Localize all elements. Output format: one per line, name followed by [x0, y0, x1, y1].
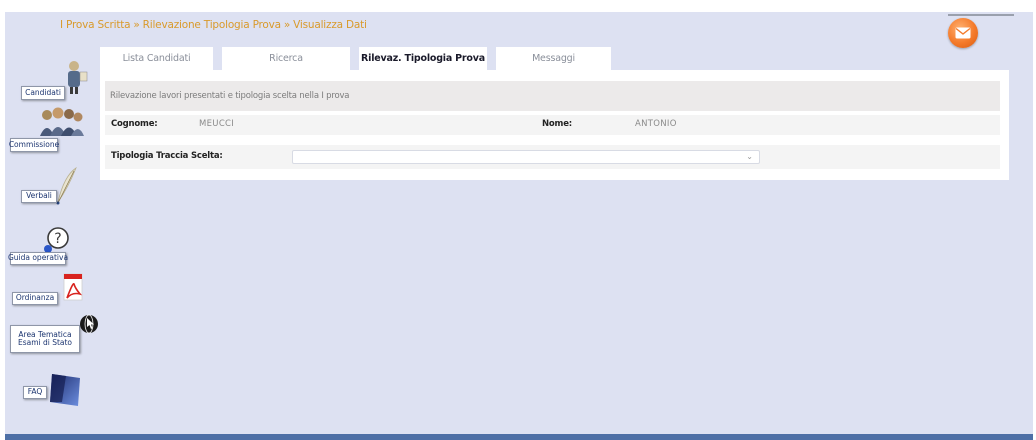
- svg-text:?: ?: [54, 231, 61, 247]
- sidebar-item-label: Area Tematica Esami di Stato: [10, 325, 80, 353]
- sidebar-item-label: Guida operativa: [8, 252, 68, 265]
- quill-icon: [56, 166, 77, 205]
- cognome-value: MEUCCI: [199, 119, 235, 129]
- name-row: Cognome: MEUCCI Nome: ANTONIO: [105, 115, 1000, 135]
- sidebar-item-label-line2: Esami di Stato: [17, 338, 73, 347]
- tab-rilevaz-tipologia-prova[interactable]: Rilevaz. Tipologia Prova: [359, 47, 487, 70]
- tipologia-select[interactable]: ⌄: [292, 150, 760, 164]
- description-text: Rilevazione lavori presentati e tipologi…: [110, 91, 350, 101]
- tab-messaggi[interactable]: Messaggi: [496, 47, 611, 70]
- tab-ricerca[interactable]: Ricerca: [222, 47, 350, 70]
- nome-label: Nome:: [542, 119, 572, 129]
- tab-lista-candidati[interactable]: Lista Candidati: [100, 47, 213, 70]
- sidebar-item-label: Candidati: [21, 86, 65, 100]
- sidebar-item-verbali[interactable]: Verbali: [18, 166, 98, 210]
- candidates-icon: [68, 61, 88, 94]
- chevron-down-icon: ⌄: [746, 152, 753, 161]
- sidebar-item-label: FAQ: [23, 386, 47, 399]
- breadcrumb-item-rilevazione[interactable]: Rilevazione Tipologia Prova: [143, 19, 281, 31]
- tipologia-label: Tipologia Traccia Scelta:: [111, 151, 223, 161]
- content-panel: Rilevazione lavori presentati e tipologi…: [100, 70, 1009, 180]
- help-icon: ?: [44, 227, 69, 253]
- cognome-label: Cognome:: [111, 119, 158, 129]
- pdf-icon: [63, 273, 83, 301]
- description-row: Rilevazione lavori presentati e tipologi…: [105, 81, 1000, 111]
- nome-value: ANTONIO: [635, 119, 677, 129]
- sidebar-item-label: Ordinanza: [12, 292, 58, 305]
- breadcrumb-separator: »: [283, 19, 291, 31]
- breadcrumb-item-prova[interactable]: I Prova Scritta: [60, 19, 131, 31]
- mail-area: [938, 14, 1014, 50]
- tab-bar: Lista Candidati Ricerca Rilevaz. Tipolog…: [100, 47, 620, 70]
- sidebar-item-label: Commissione: [9, 138, 59, 152]
- globe-cursor-icon: [80, 314, 98, 334]
- breadcrumb-separator: »: [133, 19, 140, 31]
- commission-icon: [40, 107, 84, 136]
- tipologia-row: Tipologia Traccia Scelta: ⌄: [105, 145, 1000, 169]
- sidebar-item-guida-operativa[interactable]: ? Guida operativa: [8, 226, 88, 266]
- faq-icon: [50, 374, 80, 406]
- breadcrumb-item-visualizza: Visualizza Dati: [293, 19, 367, 31]
- sidebar-item-area-tematica[interactable]: Area Tematica Esami di Stato: [8, 312, 98, 362]
- sidebar-item-faq[interactable]: FAQ: [20, 372, 90, 416]
- mail-icon[interactable]: [948, 18, 978, 48]
- divider: [948, 14, 1014, 16]
- sidebar-item-label: Verbali: [21, 190, 57, 203]
- bottom-bar: [5, 434, 1033, 440]
- sidebar-item-commissione[interactable]: Commissione: [8, 106, 88, 154]
- sidebar-item-candidati[interactable]: Candidati: [18, 60, 98, 104]
- breadcrumb: I Prova Scritta» Rilevazione Tipologia Pr…: [60, 19, 367, 37]
